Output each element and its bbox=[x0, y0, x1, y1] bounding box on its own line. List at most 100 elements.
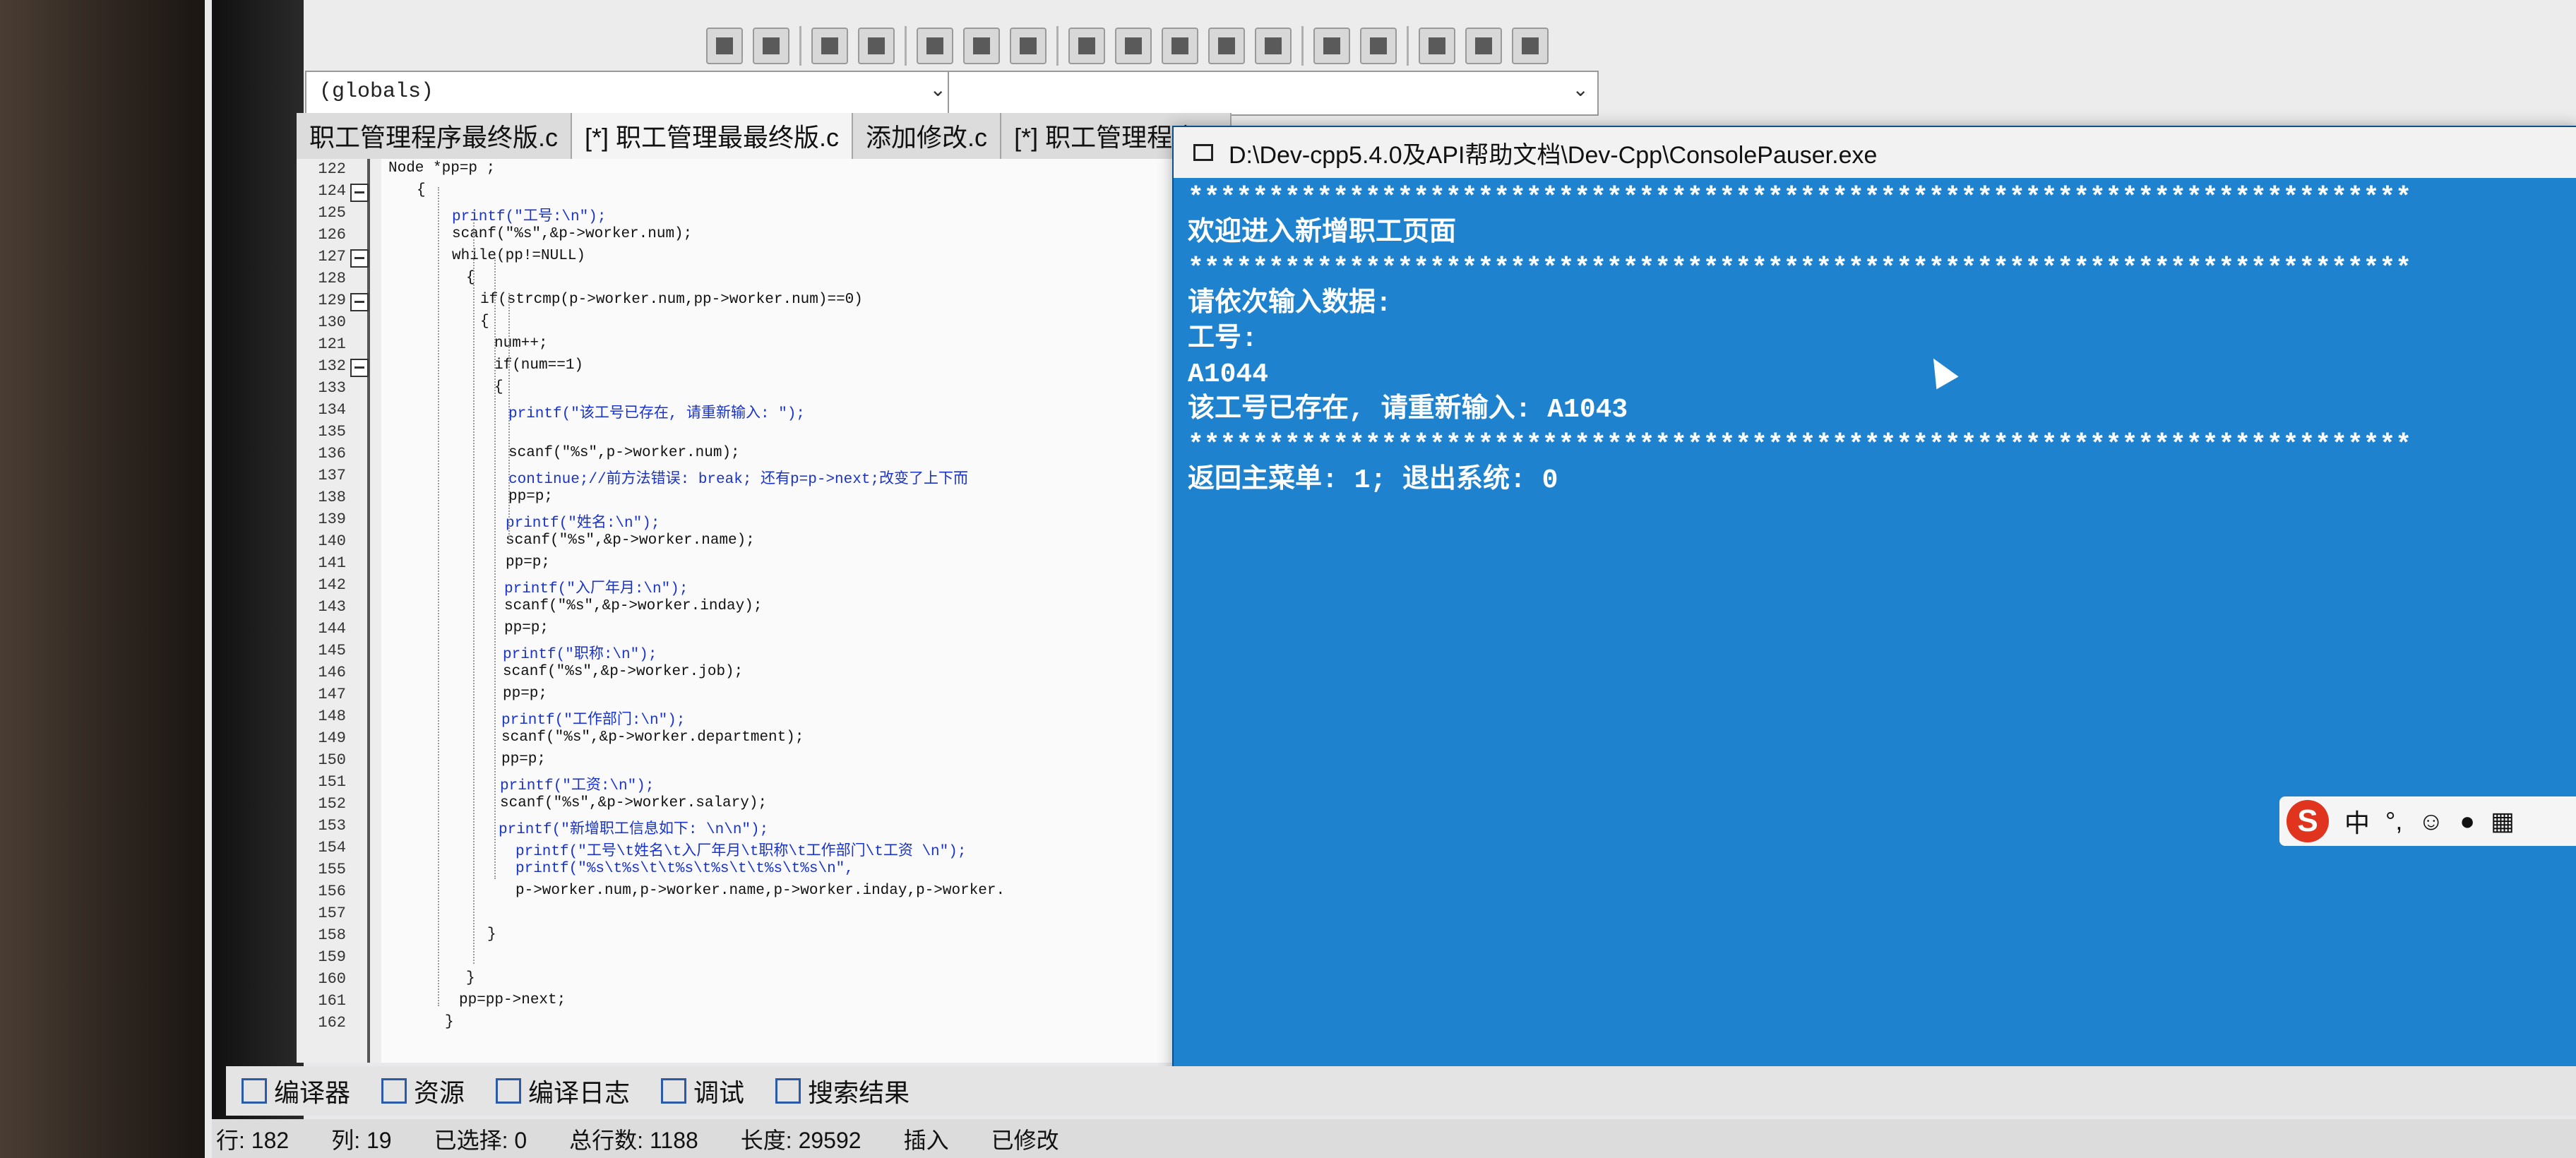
code-line[interactable]: 138 pp=p; bbox=[297, 489, 1179, 510]
add-watch-icon[interactable] bbox=[1465, 28, 1502, 64]
ime-mode[interactable]: 中 bbox=[2344, 803, 2370, 840]
line-number: 132 bbox=[318, 357, 346, 375]
code-line[interactable]: 136 scanf("%s",p->worker.num); bbox=[297, 445, 1179, 466]
line-number: 150 bbox=[318, 751, 346, 769]
tab-debug[interactable]: 调试 bbox=[645, 1066, 760, 1116]
code-line[interactable]: 130 { bbox=[297, 314, 1179, 335]
ime-toolbar[interactable]: S 中 °, ☺ ● ▦ bbox=[2279, 796, 2576, 846]
profile-icon[interactable] bbox=[1360, 28, 1397, 64]
code-line[interactable]: 142 printf("入厂年月:\n"); bbox=[297, 576, 1179, 597]
console-title: D:\Dev-cpp5.4.0及API帮助文档\Dev-Cpp\ConsoleP… bbox=[1229, 141, 1878, 169]
line-number: 137 bbox=[318, 467, 346, 484]
fold-toggle-icon[interactable] bbox=[350, 249, 369, 268]
keyboard-icon[interactable]: ▦ bbox=[2491, 806, 2515, 836]
code-line[interactable]: 121 num++; bbox=[297, 335, 1179, 357]
code-line[interactable]: 149 scanf("%s",&p->worker.department); bbox=[297, 729, 1179, 751]
goto-icon[interactable] bbox=[1419, 28, 1455, 64]
code-line[interactable]: 151 printf("工资:\n"); bbox=[297, 773, 1179, 794]
emoji-icon[interactable]: ☺ bbox=[2418, 806, 2444, 836]
code-line[interactable]: 160} bbox=[297, 970, 1179, 991]
toolbar-separator bbox=[799, 26, 801, 66]
status-selected: 已选择: 0 bbox=[434, 1123, 527, 1155]
console-titlebar[interactable]: D:\Dev-cpp5.4.0及API帮助文档\Dev-Cpp\ConsoleP… bbox=[1174, 127, 2576, 178]
tab-resources[interactable]: 资源 bbox=[366, 1066, 480, 1116]
status-len-label: 长度: bbox=[740, 1127, 792, 1153]
microphone-icon[interactable]: ● bbox=[2459, 806, 2475, 836]
code-line[interactable]: 157 bbox=[297, 905, 1179, 926]
fold-toggle-icon[interactable] bbox=[350, 184, 369, 202]
code-line[interactable]: 158} bbox=[297, 926, 1179, 948]
code-line[interactable]: 128{ bbox=[297, 270, 1179, 291]
tab-file-3[interactable]: 添加修改.c bbox=[853, 113, 1002, 162]
code-line[interactable]: 125 printf("工号:\n"); bbox=[297, 204, 1179, 225]
code-line[interactable]: 148 printf("工作部门:\n"); bbox=[297, 708, 1179, 729]
bookmark-next-icon[interactable] bbox=[963, 28, 1000, 64]
code-line[interactable]: 127 while(pp!=NULL) bbox=[297, 248, 1179, 269]
code-line[interactable]: 153 printf("新增职工信息如下: \n\n"); bbox=[297, 817, 1179, 838]
code-line[interactable]: 134 printf("该工号已存在, 请重新输入: "); bbox=[297, 401, 1179, 422]
fold-toggle-icon[interactable] bbox=[350, 293, 369, 311]
toggle-comment-icon[interactable] bbox=[1010, 28, 1046, 64]
console-window[interactable]: D:\Dev-cpp5.4.0及API帮助文档\Dev-Cpp\ConsoleP… bbox=[1172, 126, 2576, 1082]
find-icon[interactable] bbox=[706, 28, 743, 64]
indent-icon[interactable] bbox=[811, 28, 848, 64]
code-line[interactable]: 137 continue;//前方法错误: break; 还有p=p->next;… bbox=[297, 467, 1179, 488]
globals-combo[interactable]: (globals) ⌄ bbox=[305, 71, 956, 116]
code-line[interactable]: 139 printf("姓名:\n"); bbox=[297, 511, 1179, 532]
sogou-logo-icon[interactable]: S bbox=[2286, 800, 2329, 842]
code-text: if(strcmp(p->worker.num,pp->worker.num)=… bbox=[480, 292, 863, 308]
code-editor[interactable]: 122 Node *pp=p ; 124{125 printf("工号:\n"); 12… bbox=[297, 159, 1179, 1063]
code-line[interactable]: 144 pp=p; bbox=[297, 620, 1179, 641]
chart-icon[interactable] bbox=[1313, 28, 1350, 64]
status-total-label: 总行数: bbox=[569, 1127, 644, 1153]
tab-file-1[interactable]: 职工管理程序最终版.c bbox=[297, 113, 573, 162]
code-line[interactable]: 124 { bbox=[297, 182, 1179, 203]
function-combo[interactable]: ⌄ bbox=[948, 71, 1599, 116]
code-line[interactable]: 159 bbox=[297, 948, 1179, 969]
code-line[interactable]: 150 pp=p; bbox=[297, 751, 1179, 772]
punctuation-icon[interactable]: °, bbox=[2385, 806, 2402, 836]
code-line[interactable]: 141 pp=p; bbox=[297, 554, 1179, 575]
status-sel-label: 已选择: bbox=[434, 1127, 508, 1153]
tab-compiler[interactable]: 编译器 bbox=[226, 1066, 366, 1116]
code-line[interactable]: 133{ bbox=[297, 379, 1179, 400]
code-line[interactable]: 145 printf("职称:\n"); bbox=[297, 642, 1179, 663]
compile-run-icon[interactable] bbox=[1162, 28, 1198, 64]
line-number: 157 bbox=[318, 905, 346, 922]
code-line[interactable]: 135 bbox=[297, 423, 1179, 444]
line-number: 161 bbox=[318, 992, 346, 1010]
unindent-icon[interactable] bbox=[858, 28, 895, 64]
code-text: pp=p; bbox=[508, 489, 554, 505]
tab-file-2[interactable]: [*] 职工管理最最终版.c bbox=[572, 113, 854, 162]
fold-toggle-icon[interactable] bbox=[350, 359, 369, 377]
code-line[interactable]: 143 scanf("%s",&p->worker.inday); bbox=[297, 598, 1179, 619]
book-icon[interactable] bbox=[1512, 28, 1549, 64]
code-text: scanf("%s",&p->worker.salary); bbox=[500, 795, 768, 811]
code-line[interactable]: 161 pp=pp->next; bbox=[297, 992, 1179, 1013]
tab-search-results[interactable]: 搜索结果 bbox=[760, 1066, 925, 1116]
code-line[interactable]: 152 scanf("%s",&p->worker.salary); bbox=[297, 795, 1179, 816]
bookmark-prev-icon[interactable] bbox=[917, 28, 953, 64]
tab-compile-log[interactable]: 编译日志 bbox=[480, 1066, 645, 1116]
code-line[interactable]: 122 Node *pp=p ; bbox=[297, 160, 1179, 181]
code-line[interactable]: 132 if(num==1) bbox=[297, 357, 1179, 378]
code-line[interactable]: 156 p->worker.num,p->worker.name,p->worke… bbox=[297, 883, 1179, 904]
code-text: Node *pp=p ; bbox=[388, 160, 496, 177]
rebuild-icon[interactable] bbox=[1208, 28, 1245, 64]
status-total: 总行数: 1188 bbox=[569, 1123, 698, 1155]
code-line[interactable]: 147 pp=p; bbox=[297, 686, 1179, 707]
code-line[interactable]: 140 scanf("%s",&p->worker.name); bbox=[297, 532, 1179, 554]
code-line[interactable]: 162} bbox=[297, 1014, 1179, 1035]
code-line[interactable]: 146 scanf("%s",&p->worker.job); bbox=[297, 664, 1179, 685]
run-icon[interactable] bbox=[1115, 28, 1152, 64]
console-stars: ****************************************… bbox=[1188, 430, 2412, 460]
code-line[interactable]: 129 if(strcmp(p->worker.num,pp->worker.nu… bbox=[297, 292, 1179, 313]
code-line[interactable]: 155 printf("%s\t%s\t\t%s\t%s\t\t%s\t%s\n"… bbox=[297, 861, 1179, 882]
code-text: printf("%s\t%s\t\t%s\t%s\t\t%s\t%s\n", bbox=[515, 861, 854, 877]
code-line[interactable]: 154 printf("工号\t姓名\t入厂年月\t职称\t工作部门\t工资 \n… bbox=[297, 839, 1179, 860]
find-next-icon[interactable] bbox=[753, 28, 789, 64]
line-number: 122 bbox=[318, 160, 346, 178]
compile-icon[interactable] bbox=[1068, 28, 1105, 64]
check-syntax-icon[interactable] bbox=[1255, 28, 1292, 64]
code-line[interactable]: 126 scanf("%s",&p->worker.num); bbox=[297, 226, 1179, 247]
